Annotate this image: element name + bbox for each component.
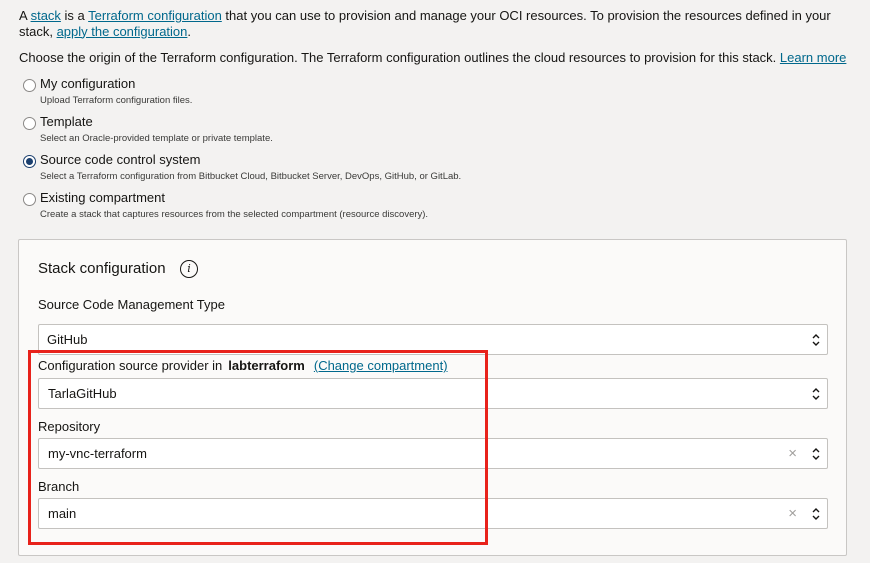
radio-existing-compartment[interactable]: Existing compartment Create a stack that…: [23, 190, 843, 228]
branch-label: Branch: [38, 479, 80, 494]
info-icon[interactable]: i: [180, 260, 198, 278]
radio-template[interactable]: Template Select an Oracle-provided templ…: [23, 114, 843, 152]
repository-select[interactable]: my-vnc-terraform ×: [38, 438, 828, 469]
intro-prefix: A: [19, 8, 31, 23]
chevron-up-down-icon: [812, 448, 820, 460]
radio-label[interactable]: My configuration: [40, 76, 135, 92]
scm-type-select[interactable]: GitHub: [38, 324, 828, 355]
radio-my-configuration[interactable]: My configuration Upload Terraform config…: [23, 76, 843, 114]
radio-button[interactable]: [23, 117, 36, 130]
radio-description: Create a stack that captures resources f…: [40, 209, 429, 220]
learn-more-link[interactable]: Learn more: [780, 50, 846, 65]
repository-label: Repository: [38, 419, 101, 434]
radio-source-code-control-system[interactable]: Source code control system Select a Terr…: [23, 152, 843, 190]
apply-configuration-link[interactable]: apply the configuration: [57, 24, 188, 39]
origin-instructions-text: Choose the origin of the Terraform confi…: [19, 50, 780, 65]
provider-value: TarlaGitHub: [48, 386, 117, 401]
scm-type-value: GitHub: [47, 332, 88, 347]
radio-button[interactable]: [23, 79, 36, 92]
clear-icon[interactable]: ×: [788, 499, 797, 528]
branch-select[interactable]: main ×: [38, 498, 828, 529]
radio-description: Select an Oracle-provided template or pr…: [40, 133, 273, 144]
radio-description: Select a Terraform configuration from Bi…: [40, 171, 462, 182]
radio-label[interactable]: Existing compartment: [40, 190, 165, 206]
repository-value: my-vnc-terraform: [48, 446, 147, 461]
stack-intro-text: A stack is a Terraform configuration tha…: [19, 8, 849, 39]
chevron-up-down-icon: [812, 508, 820, 520]
radio-button-selected[interactable]: [23, 155, 36, 168]
stack-link[interactable]: stack: [31, 8, 61, 23]
chevron-up-down-icon: [812, 334, 820, 346]
scm-type-label: Source Code Management Type: [38, 297, 225, 312]
terraform-configuration-link[interactable]: Terraform configuration: [88, 8, 222, 23]
clear-icon[interactable]: ×: [788, 439, 797, 468]
intro-suffix: .: [187, 23, 192, 39]
provider-select[interactable]: TarlaGitHub: [38, 378, 828, 409]
origin-radio-group: My configuration Upload Terraform config…: [23, 76, 843, 228]
chevron-up-down-icon: [812, 388, 820, 400]
radio-description: Upload Terraform configuration files.: [40, 95, 193, 106]
radio-button[interactable]: [23, 193, 36, 206]
stack-configuration-title: Stack configuration: [38, 260, 166, 277]
provider-compartment-name: labterraform: [228, 358, 305, 373]
radio-label[interactable]: Template: [40, 114, 93, 130]
change-compartment-link[interactable]: (Change compartment): [314, 358, 448, 373]
provider-label: Configuration source provider in labterra…: [38, 358, 448, 374]
intro-is-a: is a: [60, 8, 89, 23]
origin-instructions: Choose the origin of the Terraform confi…: [19, 50, 859, 66]
provider-label-text: Configuration source provider in: [38, 358, 223, 373]
branch-value: main: [48, 506, 77, 521]
radio-label[interactable]: Source code control system: [40, 152, 200, 168]
